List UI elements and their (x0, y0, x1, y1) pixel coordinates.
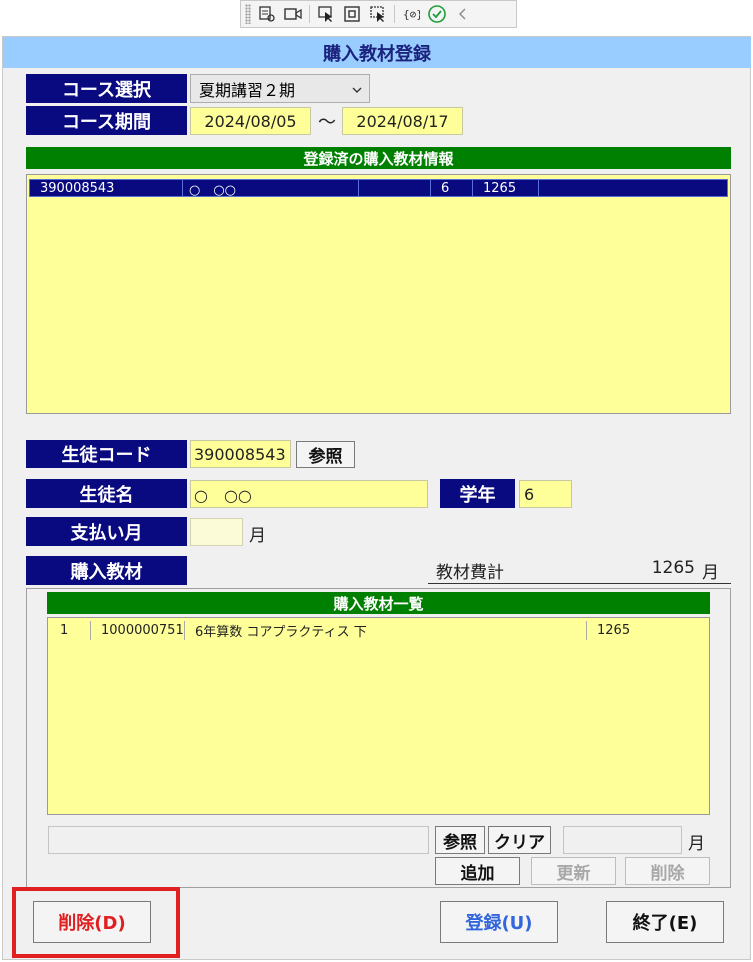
select-element-icon[interactable] (316, 4, 336, 24)
materials-total-label: 教材費計 (436, 563, 504, 583)
materials-total: 教材費計 1265 月 (428, 556, 731, 584)
course-select-label: コース選択 (26, 74, 187, 103)
delete-button[interactable]: 削除(D) (33, 901, 151, 943)
period-end-field[interactable]: 2024/08/17 (342, 107, 463, 135)
add-button[interactable]: 追加 (435, 857, 520, 885)
grade-label: 学年 (440, 479, 515, 508)
material-search-input[interactable] (48, 826, 429, 854)
materials-list-header: 購入教材一覧 (47, 592, 710, 614)
collapse-icon[interactable] (453, 4, 473, 24)
delete-material-button[interactable]: 削除 (625, 857, 710, 885)
period-start-field[interactable]: 2024/08/05 (190, 107, 311, 135)
course-dropdown-value: 夏期講習２期 (199, 80, 296, 100)
material-price-unit: 月 (688, 833, 705, 854)
materials-label: 購入教材 (26, 556, 187, 585)
live-visual-tree-icon[interactable] (257, 4, 277, 24)
toolbar-grip[interactable] (245, 4, 251, 24)
chevron-down-icon (351, 81, 363, 100)
svg-text:{⊘}: {⊘} (403, 8, 420, 21)
payment-month-unit: 月 (249, 525, 266, 546)
display-adorners-icon[interactable] (342, 4, 362, 24)
course-dropdown[interactable]: 夏期講習２期 (190, 74, 370, 103)
list-item[interactable]: 1 1000000751 6年算数 コアプラクティス 下 1265 (50, 621, 707, 640)
track-focus-icon[interactable] (368, 4, 388, 24)
student-code-label: 生徒コード (26, 440, 187, 468)
hot-reload-icon[interactable]: {⊘} (401, 4, 421, 24)
item-price: 1265 (586, 621, 717, 640)
material-clear-button[interactable]: クリア (488, 826, 551, 854)
materials-list-grid[interactable]: 1 1000000751 6年算数 コアプラクティス 下 1265 (47, 617, 710, 815)
row-col6 (538, 180, 729, 196)
student-name-field[interactable]: ○ ○○ (190, 480, 428, 508)
period-separator: ～ (318, 112, 336, 133)
payment-month-field[interactable] (190, 518, 243, 546)
registered-grid[interactable]: 390008543 ○ ○○ 6 1265 (26, 174, 731, 414)
item-name: 6年算数 コアプラクティス 下 (184, 621, 597, 640)
registered-header: 登録済の購入教材情報 (26, 147, 731, 169)
payment-month-label: 支払い月 (26, 517, 187, 546)
exit-button[interactable]: 終了(E) (606, 901, 724, 943)
item-code: 1000000751 (90, 621, 195, 640)
row-col3 (358, 180, 431, 196)
camera-icon[interactable] (283, 4, 303, 24)
table-row[interactable]: 390008543 ○ ○○ 6 1265 (29, 179, 729, 198)
materials-total-unit: 月 (702, 563, 719, 583)
material-ref-button[interactable]: 参照 (435, 826, 485, 854)
row-code: 390008543 (40, 180, 115, 196)
register-button[interactable]: 登録(U) (440, 901, 558, 943)
grade-field[interactable]: 6 (519, 480, 572, 508)
item-no: 1 (60, 623, 69, 638)
student-ref-button[interactable]: 参照 (296, 441, 355, 468)
materials-total-value: 1265 (651, 558, 695, 578)
course-period-label: コース期間 (26, 106, 187, 135)
page-title: 購入教材登録 (3, 37, 751, 68)
student-name-label: 生徒名 (26, 479, 187, 508)
row-name: ○ ○○ (182, 180, 364, 198)
material-price-input[interactable] (563, 826, 682, 854)
debug-toolbar: {⊘} (240, 0, 517, 28)
checkmark-icon[interactable] (427, 4, 447, 24)
update-button[interactable]: 更新 (531, 857, 616, 885)
student-code-field[interactable]: 390008543 (190, 440, 291, 468)
